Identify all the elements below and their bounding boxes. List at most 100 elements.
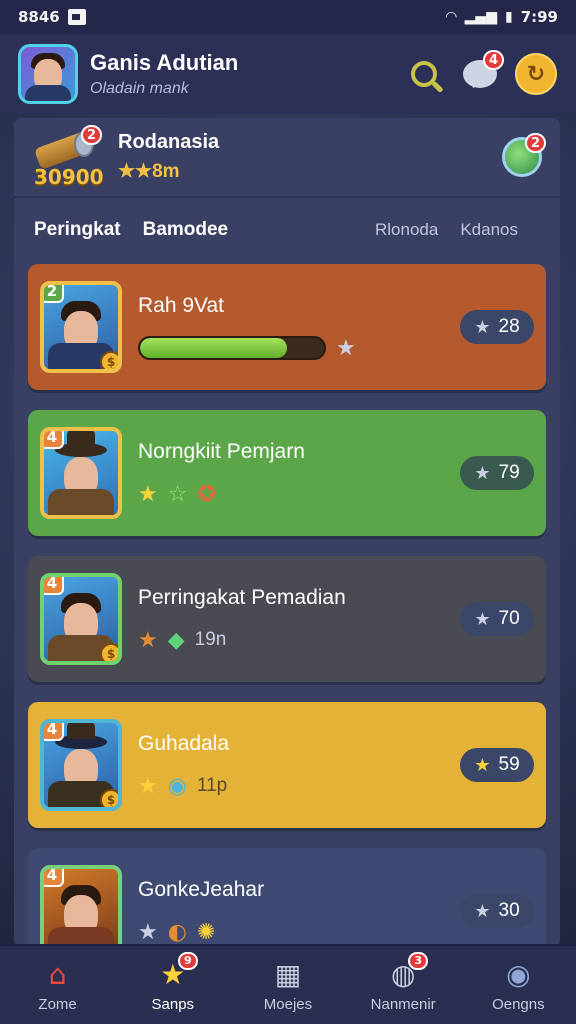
home-icon: ⌂ <box>48 958 67 991</box>
nav-oengns[interactable]: ◉ Oengns <box>468 958 568 1013</box>
coin-icon: $ <box>100 643 118 661</box>
reward-stars: ★★8m <box>118 161 180 182</box>
tab-bamodee[interactable]: Bamodee <box>143 219 229 241</box>
gallery-icon <box>67 9 86 25</box>
player-avatar: 4 <box>40 865 122 948</box>
star-badge-icon: ✪ <box>197 481 216 507</box>
battery-icon: ▮ <box>504 9 513 25</box>
leaderboard-row[interactable]: 4 GonkeJeahar ★ ◐ ✺ ★ 30 <box>28 848 546 948</box>
nav-sanps[interactable]: ★ 9 Sanps <box>123 951 223 1013</box>
gem-icon: ◆ <box>167 627 185 653</box>
star-icon: ★ <box>474 608 491 629</box>
settings-icon: ◉ <box>506 958 531 991</box>
burst-icon: ✺ <box>196 919 216 945</box>
player-avatar: 4 $ <box>40 573 122 665</box>
star-icon: ★ <box>138 627 158 653</box>
tab-peringkat[interactable]: Peringkat <box>34 219 121 241</box>
player-sub: 19n <box>194 629 227 650</box>
leaderboard-row[interactable]: 4 Norngkiit Pemjarn ★ ☆ ✪ ★ 79 <box>28 410 546 536</box>
app-header: Ganis Adutian Oladain mank 4 ↻ <box>0 34 576 114</box>
shield-icon: ◉ <box>167 773 187 799</box>
tabs-row: Peringkat Bamodee Rlonoda Kdanos <box>14 198 560 262</box>
leaderboard-list: 2 $ Rah 9Vat ★ ★ 28 4 Norngkiit Pemjarn … <box>14 262 560 948</box>
player-avatar: 4 <box>40 427 122 519</box>
tab-kdanos[interactable]: Kdanos <box>460 220 518 240</box>
player-name: GonkeJeahar <box>138 877 265 901</box>
reward-name: Rodanasia <box>118 131 220 153</box>
score-value: 70 <box>498 608 520 629</box>
nav-label: Zome <box>38 995 77 1013</box>
bell-icon: ◍ 3 <box>386 951 429 992</box>
player-avatar: 2 $ <box>40 281 122 373</box>
signal-icon: ▂▄▆ <box>464 9 497 25</box>
reward-badge: 2 <box>80 125 102 145</box>
rank-badge: 4 <box>44 869 64 887</box>
wifi-icon: ◠ <box>445 9 457 25</box>
score-pill: ★ 79 <box>460 456 534 490</box>
medal-icon: ◐ <box>167 919 187 945</box>
nav-nanmenir[interactable]: ◍ 3 Nanmenir <box>353 951 453 1013</box>
score-value: 28 <box>498 316 520 337</box>
status-bar: 8846 ◠ ▂▄▆ ▮ 7:99 <box>0 0 576 34</box>
globe-button[interactable]: 2 <box>500 133 546 179</box>
reward-row[interactable]: 2 30900 Rodanasia ★★8m 2 <box>14 118 560 198</box>
nav-home[interactable]: ⌂ Zome <box>8 958 108 1013</box>
star-outline-icon: ☆ <box>167 481 188 507</box>
leaderboard-row[interactable]: 4 $ Guhadala ★ ◉ 11p ★ 59 <box>28 702 546 828</box>
app-subtitle: Oladain mank <box>90 80 189 97</box>
rank-badge: 4 <box>44 431 64 449</box>
progress-bar <box>138 336 326 360</box>
star-icon: ★ <box>138 919 158 945</box>
coin-icon: $ <box>100 351 118 369</box>
leaderboard-row[interactable]: 4 $ Perringakat Pemadian ★ ◆ 19n ★ 70 <box>28 556 546 682</box>
coin-button[interactable]: ↻ <box>514 52 558 96</box>
star-icon: ★ <box>474 900 491 921</box>
rank-badge: 4 <box>44 723 64 741</box>
star-icon: ★ 9 <box>156 951 198 992</box>
score-pill: ★ 28 <box>460 310 534 344</box>
rank-badge: 2 <box>44 285 64 303</box>
nav-label: Nanmenir <box>370 995 436 1013</box>
nav-moejes[interactable]: ▦ Moejes <box>238 958 338 1013</box>
tab-rlonoda[interactable]: Rlonoda <box>375 220 438 240</box>
profile-avatar[interactable] <box>18 44 78 104</box>
nav-badge: 3 <box>408 951 429 970</box>
score-pill: ★ 30 <box>460 894 534 928</box>
star-icon: ★ <box>474 754 491 775</box>
leaderboard-row[interactable]: 2 $ Rah 9Vat ★ ★ 28 <box>28 264 546 390</box>
app-title: Ganis Adutian <box>90 50 239 75</box>
score-value: 30 <box>498 900 520 921</box>
coin-icon: $ <box>100 789 118 807</box>
star-icon: ★ <box>138 481 158 507</box>
player-name: Guhadala <box>138 731 230 755</box>
search-button[interactable] <box>402 52 446 96</box>
score-value: 59 <box>498 754 520 775</box>
score-pill: ★ 70 <box>460 602 534 636</box>
refresh-coin-icon: ↻ <box>515 53 557 95</box>
status-time-left: 8846 <box>18 8 60 26</box>
globe-badge: 2 <box>524 133 546 153</box>
player-name: Rah 9Vat <box>138 293 224 317</box>
player-sub: 11p <box>196 775 228 796</box>
star-icon: ★ <box>138 773 158 799</box>
nav-label: Moejes <box>263 995 313 1013</box>
reward-stars-value: 8m <box>152 161 180 182</box>
nav-badge: 9 <box>177 951 198 970</box>
status-time-right: 7:99 <box>520 8 558 26</box>
chat-badge: 4 <box>482 50 504 70</box>
score-pill: ★ 59 <box>460 748 534 782</box>
bottom-nav: ⌂ Zome ★ 9 Sanps ▦ Moejes ◍ 3 Nanmenir ◉… <box>0 944 576 1024</box>
player-name: Perringakat Pemadian <box>138 585 346 609</box>
star-icon: ★ <box>474 316 491 337</box>
star-icon: ★ <box>336 335 356 361</box>
main-panel: 2 30900 Rodanasia ★★8m 2 Peringkat Bamod… <box>14 118 560 948</box>
nav-label: Sanps <box>151 995 195 1013</box>
score-value: 79 <box>498 462 520 483</box>
chat-button[interactable]: 4 <box>458 50 504 96</box>
reward-coins: 30900 <box>34 165 104 189</box>
nav-label: Oengns <box>492 995 545 1013</box>
rank-badge: 4 <box>44 577 64 595</box>
player-name: Norngkiit Pemjarn <box>138 439 305 463</box>
grid-icon: ▦ <box>274 958 302 991</box>
player-avatar: 4 $ <box>40 719 122 811</box>
